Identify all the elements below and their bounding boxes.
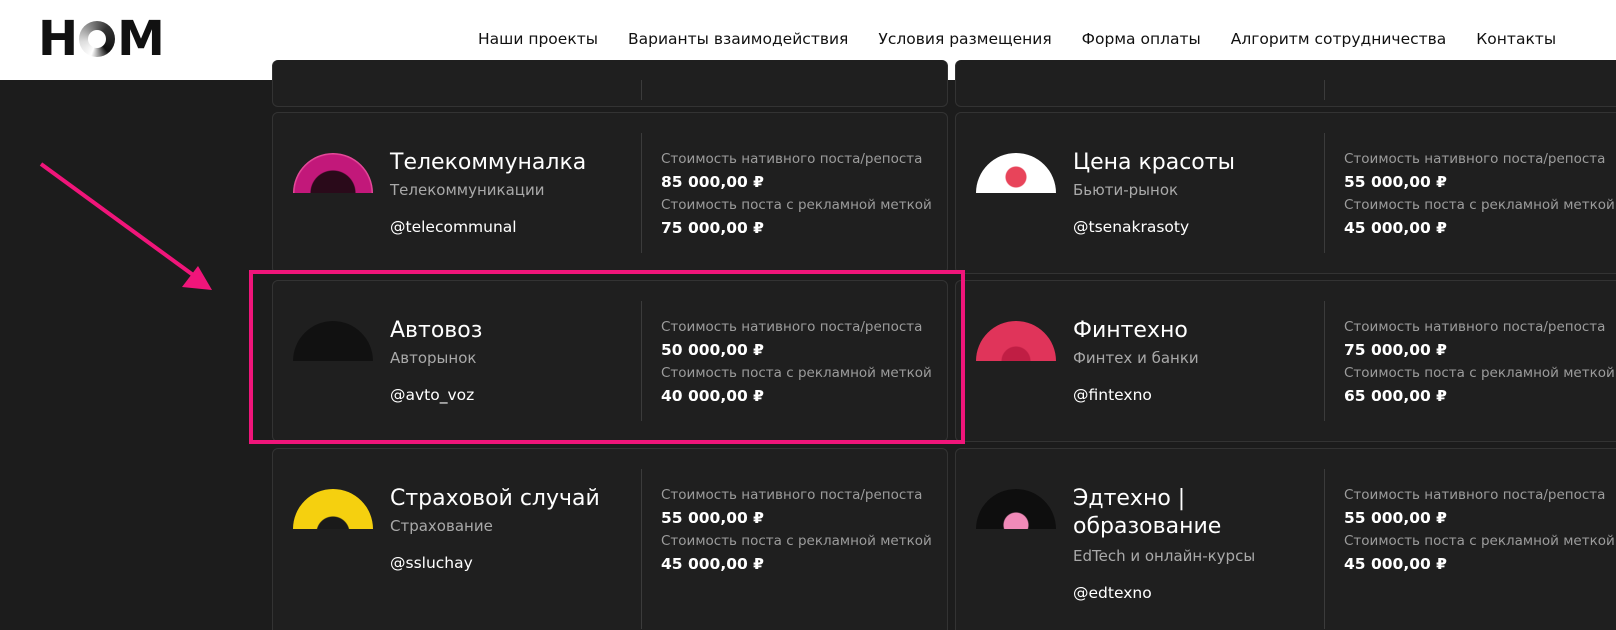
card-partial-left xyxy=(272,60,948,107)
channel-category: EdTech и онлайн-курсы xyxy=(1073,547,1256,565)
ad-cost-value: 45 000,00 ₽ xyxy=(1344,219,1447,237)
ad-cost-label: Стоимость поста с рекламной меткой xyxy=(1344,197,1615,213)
channel-handle[interactable]: @fintexno xyxy=(1073,386,1152,404)
channel-handle[interactable]: @edtexno xyxy=(1073,584,1152,602)
card-partial-right xyxy=(955,60,1616,107)
channel-name[interactable]: Финтехно xyxy=(1073,317,1188,345)
native-cost-value: 75 000,00 ₽ xyxy=(1344,341,1447,359)
nav-projects[interactable]: Наши проекты xyxy=(478,30,598,48)
native-cost-value: 55 000,00 ₽ xyxy=(1344,173,1447,191)
channel-name[interactable]: Страховой случай xyxy=(390,485,600,513)
native-cost-label: Стоимость нативного поста/репоста xyxy=(1344,319,1606,335)
nav-placement[interactable]: Условия размещения xyxy=(878,30,1051,48)
ad-cost-value: 45 000,00 ₽ xyxy=(1344,555,1447,573)
channel-avatar-icon xyxy=(976,489,1056,529)
ad-cost-value: 75 000,00 ₽ xyxy=(661,219,764,237)
channel-name[interactable]: Эдтехно | образование xyxy=(1073,485,1293,541)
native-cost-value: 55 000,00 ₽ xyxy=(661,509,764,527)
ad-cost-label: Стоимость поста с рекламной меткой xyxy=(661,197,932,213)
card-divider xyxy=(1324,469,1325,629)
card-divider xyxy=(641,80,642,100)
channel-card[interactable]: Телекоммуналка Телекоммуникации @telecom… xyxy=(272,112,948,274)
native-cost-label: Стоимость нативного поста/репоста xyxy=(1344,487,1606,503)
channel-handle[interactable]: @ssluchay xyxy=(390,554,473,572)
channel-avatar-icon xyxy=(976,321,1056,361)
card-divider xyxy=(1324,133,1325,253)
channel-handle[interactable]: @telecommunal xyxy=(390,218,517,236)
nav-payment[interactable]: Форма оплаты xyxy=(1082,30,1201,48)
native-cost-label: Стоимость нативного поста/репоста xyxy=(661,151,923,167)
main-nav: Наши проекты Варианты взаимодействия Усл… xyxy=(478,30,1586,48)
native-cost-label: Стоимость нативного поста/репоста xyxy=(661,487,923,503)
ad-cost-label: Стоимость поста с рекламной меткой xyxy=(661,533,932,549)
nav-interaction[interactable]: Варианты взаимодействия xyxy=(628,30,848,48)
channel-card[interactable]: Финтехно Финтех и банки @fintexno Стоимо… xyxy=(955,280,1616,442)
channel-name[interactable]: Цена красоты xyxy=(1073,149,1235,177)
ad-cost-value: 65 000,00 ₽ xyxy=(1344,387,1447,405)
card-divider xyxy=(1324,301,1325,421)
channel-card[interactable]: Цена красоты Бьюти-рынок @tsenakrasoty С… xyxy=(955,112,1616,274)
channel-card[interactable]: Эдтехно | образование EdTech и онлайн-ку… xyxy=(955,448,1616,630)
channel-category: Финтех и банки xyxy=(1073,349,1199,367)
channel-name[interactable]: Телекоммуналка xyxy=(390,149,586,177)
native-cost-value: 55 000,00 ₽ xyxy=(1344,509,1447,527)
ad-cost-label: Стоимость поста с рекламной меткой xyxy=(1344,533,1615,549)
channel-avatar-icon xyxy=(976,153,1056,193)
channel-category: Бьюти-рынок xyxy=(1073,181,1179,199)
card-divider xyxy=(641,469,642,629)
card-divider xyxy=(1324,80,1325,100)
annotation-arrow-icon xyxy=(39,162,212,290)
channel-avatar-icon xyxy=(293,489,373,529)
nav-contacts[interactable]: Контакты xyxy=(1476,30,1556,48)
ad-cost-value: 45 000,00 ₽ xyxy=(661,555,764,573)
native-cost-label: Стоимость нативного поста/репоста xyxy=(1344,151,1606,167)
card-divider xyxy=(641,133,642,253)
channel-avatar-icon xyxy=(293,153,373,193)
highlight-box xyxy=(249,270,965,444)
channel-category: Страхование xyxy=(390,517,493,535)
native-cost-value: 85 000,00 ₽ xyxy=(661,173,764,191)
channel-category: Телекоммуникации xyxy=(390,181,545,199)
nav-algorithm[interactable]: Алгоритм сотрудничества xyxy=(1231,30,1447,48)
ad-cost-label: Стоимость поста с рекламной меткой xyxy=(1344,365,1615,381)
channel-card[interactable]: Страховой случай Страхование @ssluchay С… xyxy=(272,448,948,630)
channel-handle[interactable]: @tsenakrasoty xyxy=(1073,218,1189,236)
